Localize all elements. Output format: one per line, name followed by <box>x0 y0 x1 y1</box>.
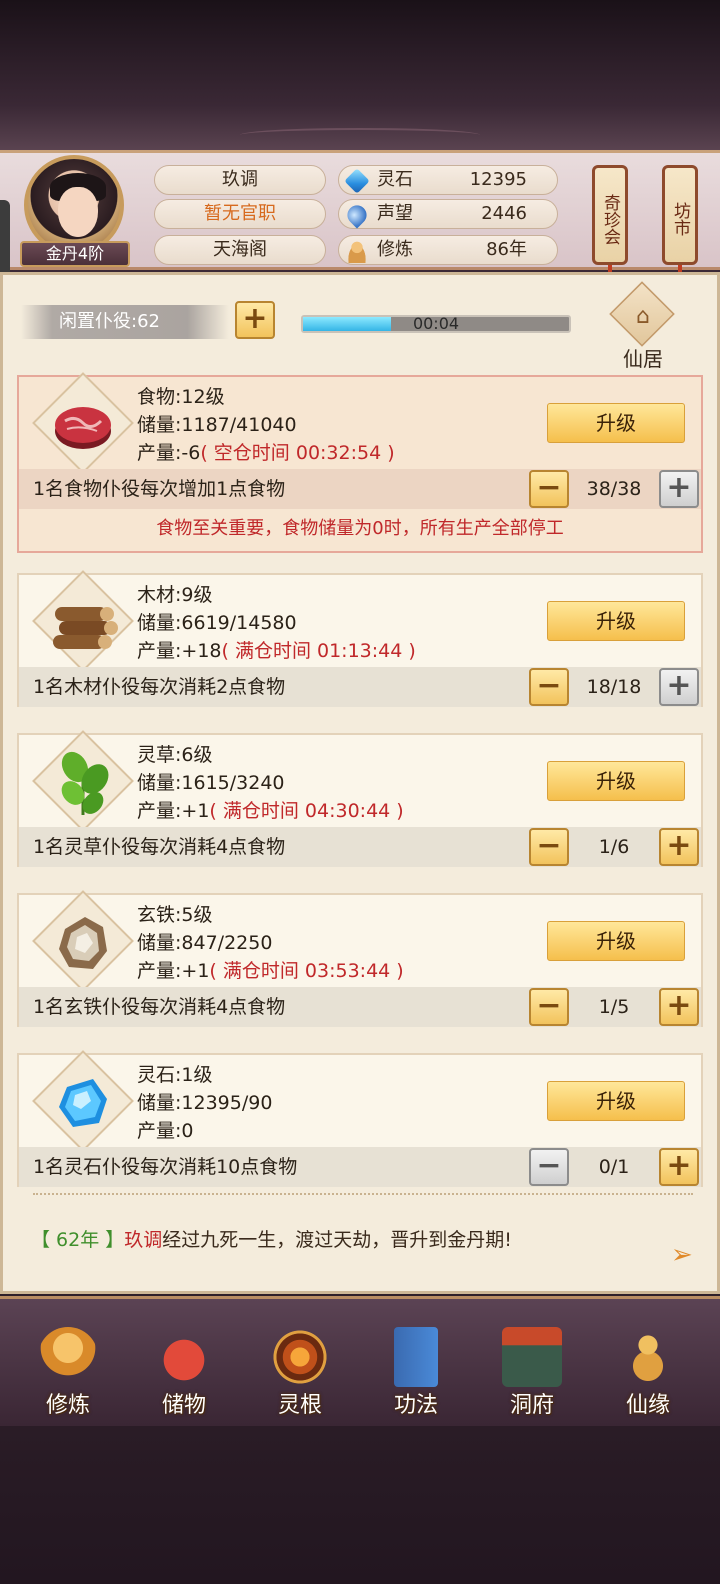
market-banner[interactable]: 坊市 <box>662 165 698 265</box>
cave-mansion-panel: 闲置仆役:62 + 00:04 ⌂ 仙居 食物:12级 储量:1187/4104… <box>0 272 720 1294</box>
add-servant-button[interactable]: + <box>235 301 275 339</box>
servant-count: 18/18 <box>586 676 642 698</box>
player-post: 暂无官职 <box>154 199 326 229</box>
log-player-name: 玖调 <box>124 1229 163 1251</box>
resource-timer: ( 满仓时间 01:13:44 ) <box>221 640 416 662</box>
resource-card-wood: 木材:9级 储量:6619/14580 产量:+18( 满仓时间 01:13:4… <box>17 570 703 707</box>
cave-mansion-icon <box>502 1327 562 1387</box>
resource-name: 灵石:1级 <box>137 1064 213 1086</box>
resource-timer: ( 满仓时间 04:30:44 ) <box>209 800 404 822</box>
resource-name: 玄铁:5级 <box>137 904 213 926</box>
resource-storage: 储量:1615/3240 <box>137 772 285 794</box>
resource-storage: 储量:1187/41040 <box>137 414 297 436</box>
xianju-button[interactable]: ⌂ 仙居 <box>603 281 683 371</box>
nav-spirit-root[interactable]: 灵根 <box>250 1317 350 1423</box>
servant-count: 1/6 <box>598 836 630 858</box>
resource-cultivation: 修炼 86年 <box>338 235 558 265</box>
event-log[interactable]: 【 62年 】玖调经过九死一生，渡过天劫，晋升到金丹期! <box>31 1225 512 1252</box>
player-header: 金丹4阶 玖调 暂无官职 天海阁 灵石 12395 声望 2446 修炼 86年… <box>0 150 720 309</box>
resource-storage: 储量:6619/14580 <box>137 612 297 634</box>
resource-timer: ( 满仓时间 03:53:44 ) <box>209 960 404 982</box>
upgrade-food-button[interactable]: 升级 <box>547 403 685 443</box>
increase-wood-servant-button[interactable]: + <box>659 668 699 706</box>
resource-production: 产量:0 <box>137 1120 194 1142</box>
xianju-label: 仙居 <box>623 347 663 371</box>
bottom-nav: 修炼 储物 灵根 功法 洞府 仙缘 <box>0 1296 720 1426</box>
nav-destiny[interactable]: 仙缘 <box>598 1317 698 1423</box>
gourd-icon <box>618 1327 678 1387</box>
resource-timer: ( 空仓时间 00:32:54 ) <box>200 442 395 464</box>
resource-prestige: 声望 2446 <box>338 199 558 229</box>
decrease-food-servant-button[interactable]: − <box>529 470 569 508</box>
resource-name: 灵草:6级 <box>137 744 213 766</box>
storage-bag-icon <box>154 1327 214 1387</box>
resource-name: 木材:9级 <box>137 584 213 606</box>
increase-spirit-stone-servant-button[interactable]: + <box>659 1148 699 1186</box>
resource-storage: 储量:12395/90 <box>137 1092 273 1114</box>
nav-cultivate[interactable]: 修炼 <box>18 1317 118 1423</box>
resource-storage: 储量:847/2250 <box>137 932 273 954</box>
idle-servants-label: 闲置仆役:62 <box>21 305 229 339</box>
decrease-spirit-stone-servant-button[interactable]: − <box>529 1148 569 1186</box>
resource-production: 产量:+1 <box>137 800 210 822</box>
spirit-stone-icon <box>344 168 370 194</box>
decrease-wood-servant-button[interactable]: − <box>529 668 569 706</box>
increase-iron-servant-button[interactable]: + <box>659 988 699 1026</box>
resource-name: 食物:12级 <box>137 386 225 408</box>
resource-card-herb: 灵草:6级 储量:1615/3240 产量:+1( 满仓时间 04:30:44 … <box>17 730 703 867</box>
cultivate-icon <box>38 1327 98 1387</box>
increase-food-servant-button[interactable]: + <box>659 470 699 508</box>
resource-production: 产量:+18 <box>137 640 222 662</box>
upgrade-wood-button[interactable]: 升级 <box>547 601 685 641</box>
decrease-iron-servant-button[interactable]: − <box>529 988 569 1026</box>
rank-badge: 金丹4阶 <box>20 241 130 267</box>
food-warning: 食物至关重要，食物储量为0时，所有生产全部停工 <box>17 509 703 553</box>
player-sect: 天海阁 <box>154 235 326 265</box>
avatar-portrait <box>24 155 124 255</box>
pavilion-icon: ⌂ <box>636 304 650 329</box>
servant-description: 1名灵草仆役每次消耗4点食物 <box>33 836 286 858</box>
divider <box>33 1193 693 1199</box>
scripture-icon <box>394 1327 438 1387</box>
top-ornament <box>240 128 480 142</box>
production-timer: 00:04 <box>301 314 571 333</box>
spirit-root-icon <box>270 1327 330 1387</box>
increase-herb-servant-button[interactable]: + <box>659 828 699 866</box>
log-year: 【 62年 】 <box>31 1229 125 1251</box>
player-name: 玖调 <box>154 165 326 195</box>
herb-icon <box>61 751 109 815</box>
iron-ore-icon <box>59 917 107 969</box>
resource-production: 产量:+1 <box>137 960 210 982</box>
nav-storage[interactable]: 储物 <box>134 1317 234 1423</box>
servant-description: 1名木材仆役每次消耗2点食物 <box>33 676 286 698</box>
bottom-background <box>0 1426 720 1584</box>
resource-card-food: 食物:12级 储量:1187/41040 产量:-6( 空仓时间 00:32:5… <box>17 372 703 509</box>
meat-icon <box>55 407 111 449</box>
servant-description: 1名食物仆役每次增加1点食物 <box>33 478 286 500</box>
wood-icon <box>53 607 118 649</box>
upgrade-herb-button[interactable]: 升级 <box>547 761 685 801</box>
prestige-icon <box>343 201 371 229</box>
servant-description: 1名玄铁仆役每次消耗4点食物 <box>33 996 286 1018</box>
servant-description: 1名灵石仆役每次消耗10点食物 <box>33 1156 298 1178</box>
resource-card-iron: 玄铁:5级 储量:847/2250 产量:+1( 满仓时间 03:53:44 )… <box>17 890 703 1027</box>
nav-scripture[interactable]: 功法 <box>366 1317 466 1423</box>
decrease-herb-servant-button[interactable]: − <box>529 828 569 866</box>
log-text: 经过九死一生，渡过天劫，晋升到金丹期! <box>162 1229 512 1251</box>
servant-count: 0/1 <box>598 1156 630 1178</box>
resource-spirit-stone: 灵石 12395 <box>338 165 558 195</box>
upgrade-spirit-stone-button[interactable]: 升级 <box>547 1081 685 1121</box>
meditation-icon <box>345 239 369 263</box>
servant-count: 1/5 <box>598 996 630 1018</box>
upgrade-iron-button[interactable]: 升级 <box>547 921 685 961</box>
timer-text: 00:04 <box>412 314 460 333</box>
qizhenhui-banner[interactable]: 奇珍会 <box>592 165 628 265</box>
servant-count: 38/38 <box>586 478 642 500</box>
avatar[interactable]: 金丹4阶 <box>20 155 130 267</box>
resource-card-spirit-stone: 灵石:1级 储量:12395/90 产量:0 升级 1名灵石仆役每次消耗10点食… <box>17 1050 703 1187</box>
spirit-crystal-icon <box>59 1079 107 1127</box>
resource-production: 产量:-6 <box>137 442 201 464</box>
nav-cave-mansion[interactable]: 洞府 <box>482 1317 582 1423</box>
next-arrow-icon[interactable]: ➢ <box>671 1241 699 1269</box>
